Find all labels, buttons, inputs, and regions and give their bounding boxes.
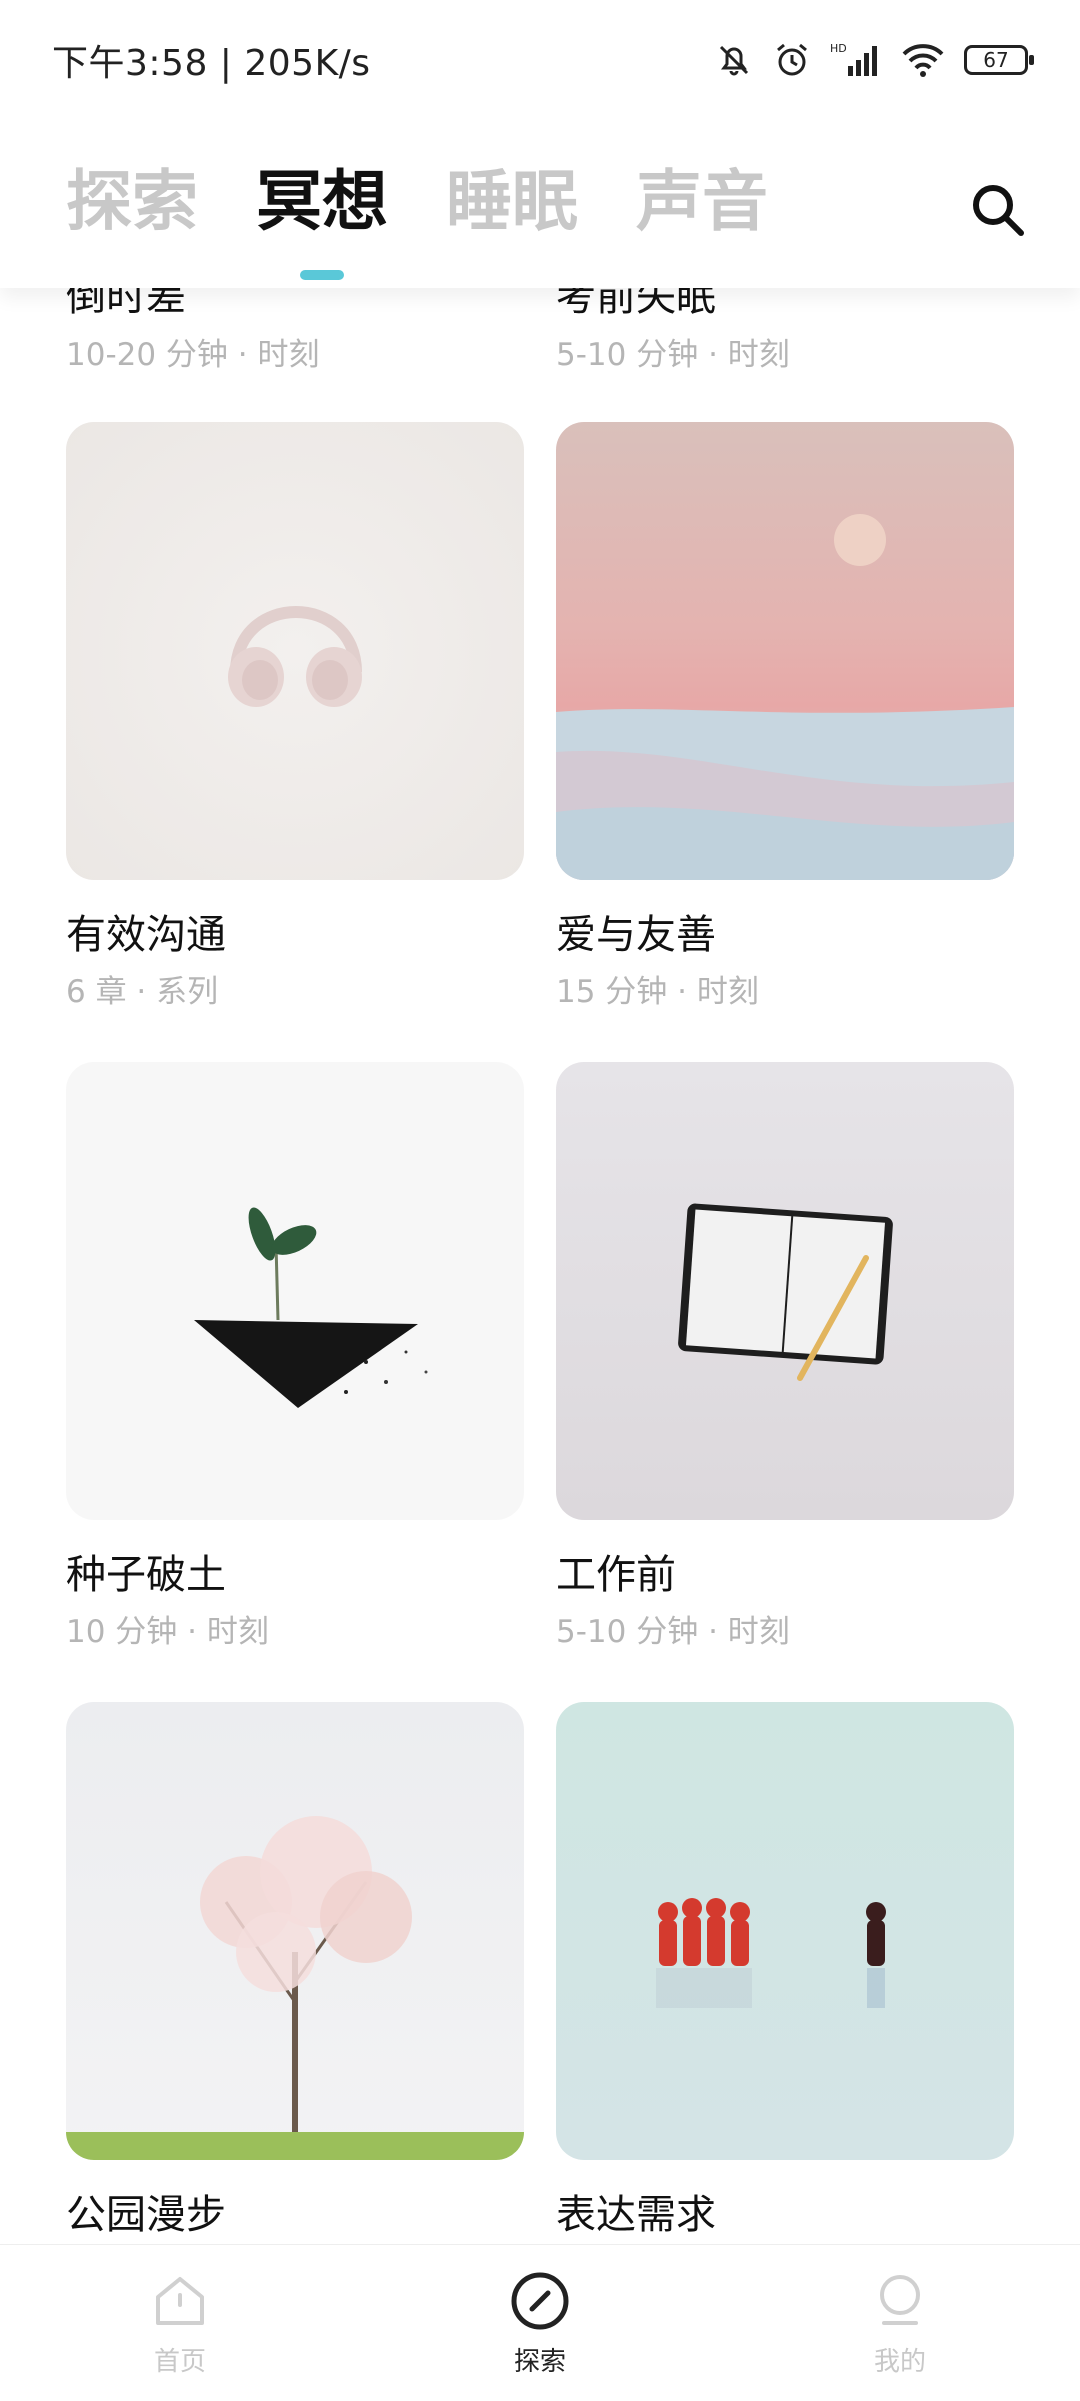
status-time: 下午3:58 | 205K/s	[52, 43, 371, 84]
card-title-exam-insomnia[interactable]: 考前失眠	[556, 288, 716, 322]
card-title-jetlag[interactable]: 倒时差	[66, 288, 186, 322]
card-meta: 5-10 分钟 · 时刻	[556, 1614, 790, 1650]
top-tab-bar: 探索 冥想 睡眠 声音	[0, 120, 1080, 288]
nav-explore-label: 探索	[513, 2347, 566, 2377]
tab-explore[interactable]: 探索	[66, 158, 198, 246]
card-image-headphones	[66, 422, 524, 880]
status-icons: HD 67	[714, 40, 1034, 80]
card-love-and-kindness[interactable]: 爱与友善 15 分钟 · 时刻	[556, 422, 1014, 1012]
svg-text:HD: HD	[830, 42, 847, 55]
card-seed-sprouting[interactable]: 种子破土 10 分钟 · 时刻	[66, 1062, 524, 1652]
search-button[interactable]	[966, 178, 1030, 242]
hd-signal-icon: HD	[830, 40, 882, 80]
card-title: 表达需求	[556, 2192, 716, 2238]
card-meta: 6 章 · 系列	[66, 974, 219, 1010]
card-image-pawns	[556, 1702, 1014, 2160]
card-meta: 10 分钟 · 时刻	[66, 1614, 269, 1650]
mute-bell-icon	[714, 40, 754, 80]
card-image-sprout	[66, 1062, 524, 1520]
card-effective-communication[interactable]: 有效沟通 6 章 · 系列	[66, 422, 524, 1012]
card-title: 种子破土	[66, 1552, 226, 1598]
profile-icon	[880, 2275, 920, 2325]
bottom-navigation: 首页 探索 我的	[0, 2244, 1080, 2401]
tab-meditation-label: 冥想	[256, 163, 388, 240]
search-icon	[973, 185, 1024, 236]
nav-home-label: 首页	[153, 2347, 206, 2377]
tab-list: 探索 冥想 睡眠 声音	[66, 158, 768, 280]
compass-icon	[511, 2272, 569, 2330]
card-title: 有效沟通	[66, 912, 226, 958]
card-title: 公园漫步	[66, 2192, 226, 2238]
tab-meditation[interactable]: 冥想	[256, 158, 388, 280]
card-before-work[interactable]: 工作前 5-10 分钟 · 时刻	[556, 1062, 1014, 1652]
card-image-notebook	[556, 1062, 1014, 1520]
battery-icon: 67	[964, 45, 1034, 75]
card-title: 工作前	[556, 1552, 676, 1598]
nav-profile-label: 我的	[873, 2347, 926, 2377]
card-meta: 15 分钟 · 时刻	[556, 974, 759, 1010]
card-meta-exam-insomnia: 5-10 分钟 · 时刻	[556, 337, 790, 373]
nav-home[interactable]: 首页	[0, 2245, 360, 2401]
nav-profile[interactable]: 我的	[720, 2245, 1080, 2401]
meditation-content-grid: 倒时差 10-20 分钟 · 时刻 考前失眠 5-10 分钟 · 时刻 有效沟通…	[0, 288, 1080, 2244]
card-park-walk[interactable]: 公园漫步	[66, 1702, 524, 2244]
status-bar: 下午3:58 | 205K/s HD 67	[0, 0, 1080, 120]
wifi-icon	[900, 40, 946, 80]
home-icon	[156, 2277, 204, 2325]
tab-sound[interactable]: 声音	[636, 158, 768, 246]
active-tab-indicator	[300, 270, 344, 280]
card-meta-jetlag: 10-20 分钟 · 时刻	[66, 337, 320, 373]
battery-level: 67	[983, 48, 1009, 72]
card-title: 爱与友善	[556, 912, 716, 958]
alarm-icon	[772, 40, 812, 80]
card-image-blossom-tree	[66, 1702, 524, 2160]
card-image-pink-dunes	[556, 422, 1014, 880]
card-express-needs[interactable]: 表达需求	[556, 1702, 1014, 2244]
tab-sleep[interactable]: 睡眠	[446, 158, 578, 246]
nav-explore[interactable]: 探索	[360, 2245, 720, 2401]
